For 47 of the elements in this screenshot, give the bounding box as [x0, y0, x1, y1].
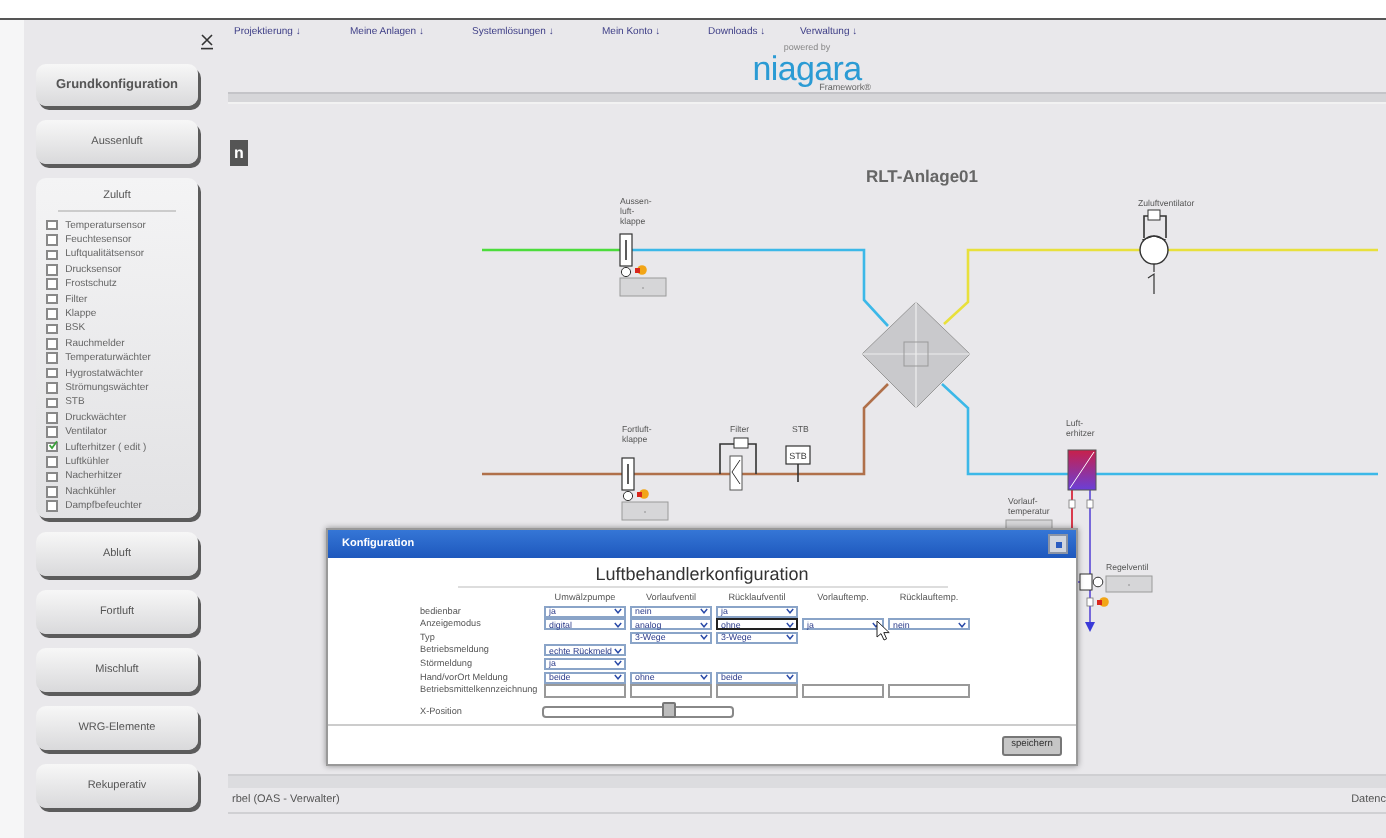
tab[interactable]: n [230, 140, 248, 166]
filter-symbol [719, 437, 757, 491]
checkbox[interactable] [46, 219, 58, 231]
checkbox[interactable] [46, 456, 58, 468]
close-button[interactable] [1048, 534, 1068, 554]
actuator-icon [637, 489, 649, 499]
caret-icon [786, 674, 794, 681]
input-field[interactable] [544, 684, 626, 698]
input-field[interactable] [888, 684, 970, 698]
checkbox[interactable] [46, 338, 58, 350]
checkbox[interactable] [46, 323, 58, 335]
checkbox[interactable] [46, 411, 58, 424]
close-icon[interactable] [200, 34, 214, 50]
actuator-icon [1097, 597, 1109, 607]
checkbox[interactable] [46, 234, 58, 246]
checkbox[interactable] [46, 471, 58, 483]
caret-icon [958, 621, 966, 628]
checkbox[interactable] [46, 278, 58, 291]
checkbox[interactable] [46, 500, 58, 512]
input-field[interactable] [802, 684, 884, 698]
checkbox[interactable] [46, 382, 58, 394]
actuator-icon [635, 265, 647, 275]
checkbox[interactable] [46, 293, 58, 305]
input-field[interactable] [716, 684, 798, 698]
slider-thumb[interactable] [661, 702, 676, 719]
heat-exchanger [861, 301, 971, 409]
checkbox[interactable] [46, 485, 58, 498]
input-field[interactable] [630, 684, 712, 698]
damper-symbol [619, 233, 633, 278]
checkbox[interactable] [46, 441, 58, 453]
checkbox[interactable] [46, 308, 58, 320]
heater-coil [1067, 449, 1097, 491]
caret-icon [700, 674, 708, 681]
logo-wordmark: niagara [752, 54, 862, 84]
checkbox[interactable] [46, 352, 58, 364]
damper-symbol [621, 457, 635, 502]
slider[interactable] [542, 705, 734, 718]
dialog-heading: Luftbehandlerkonfiguration [457, 564, 947, 588]
checkbox[interactable] [46, 397, 58, 409]
checkbox[interactable] [46, 249, 58, 261]
duct-line [482, 248, 620, 252]
checkbox[interactable] [46, 367, 58, 379]
fan-symbol [1139, 209, 1169, 295]
checkbox[interactable] [46, 264, 58, 276]
diagram-title: RLT-Anlage01 [865, 166, 979, 186]
checkbox[interactable] [46, 426, 58, 438]
cursor-icon [876, 620, 892, 642]
